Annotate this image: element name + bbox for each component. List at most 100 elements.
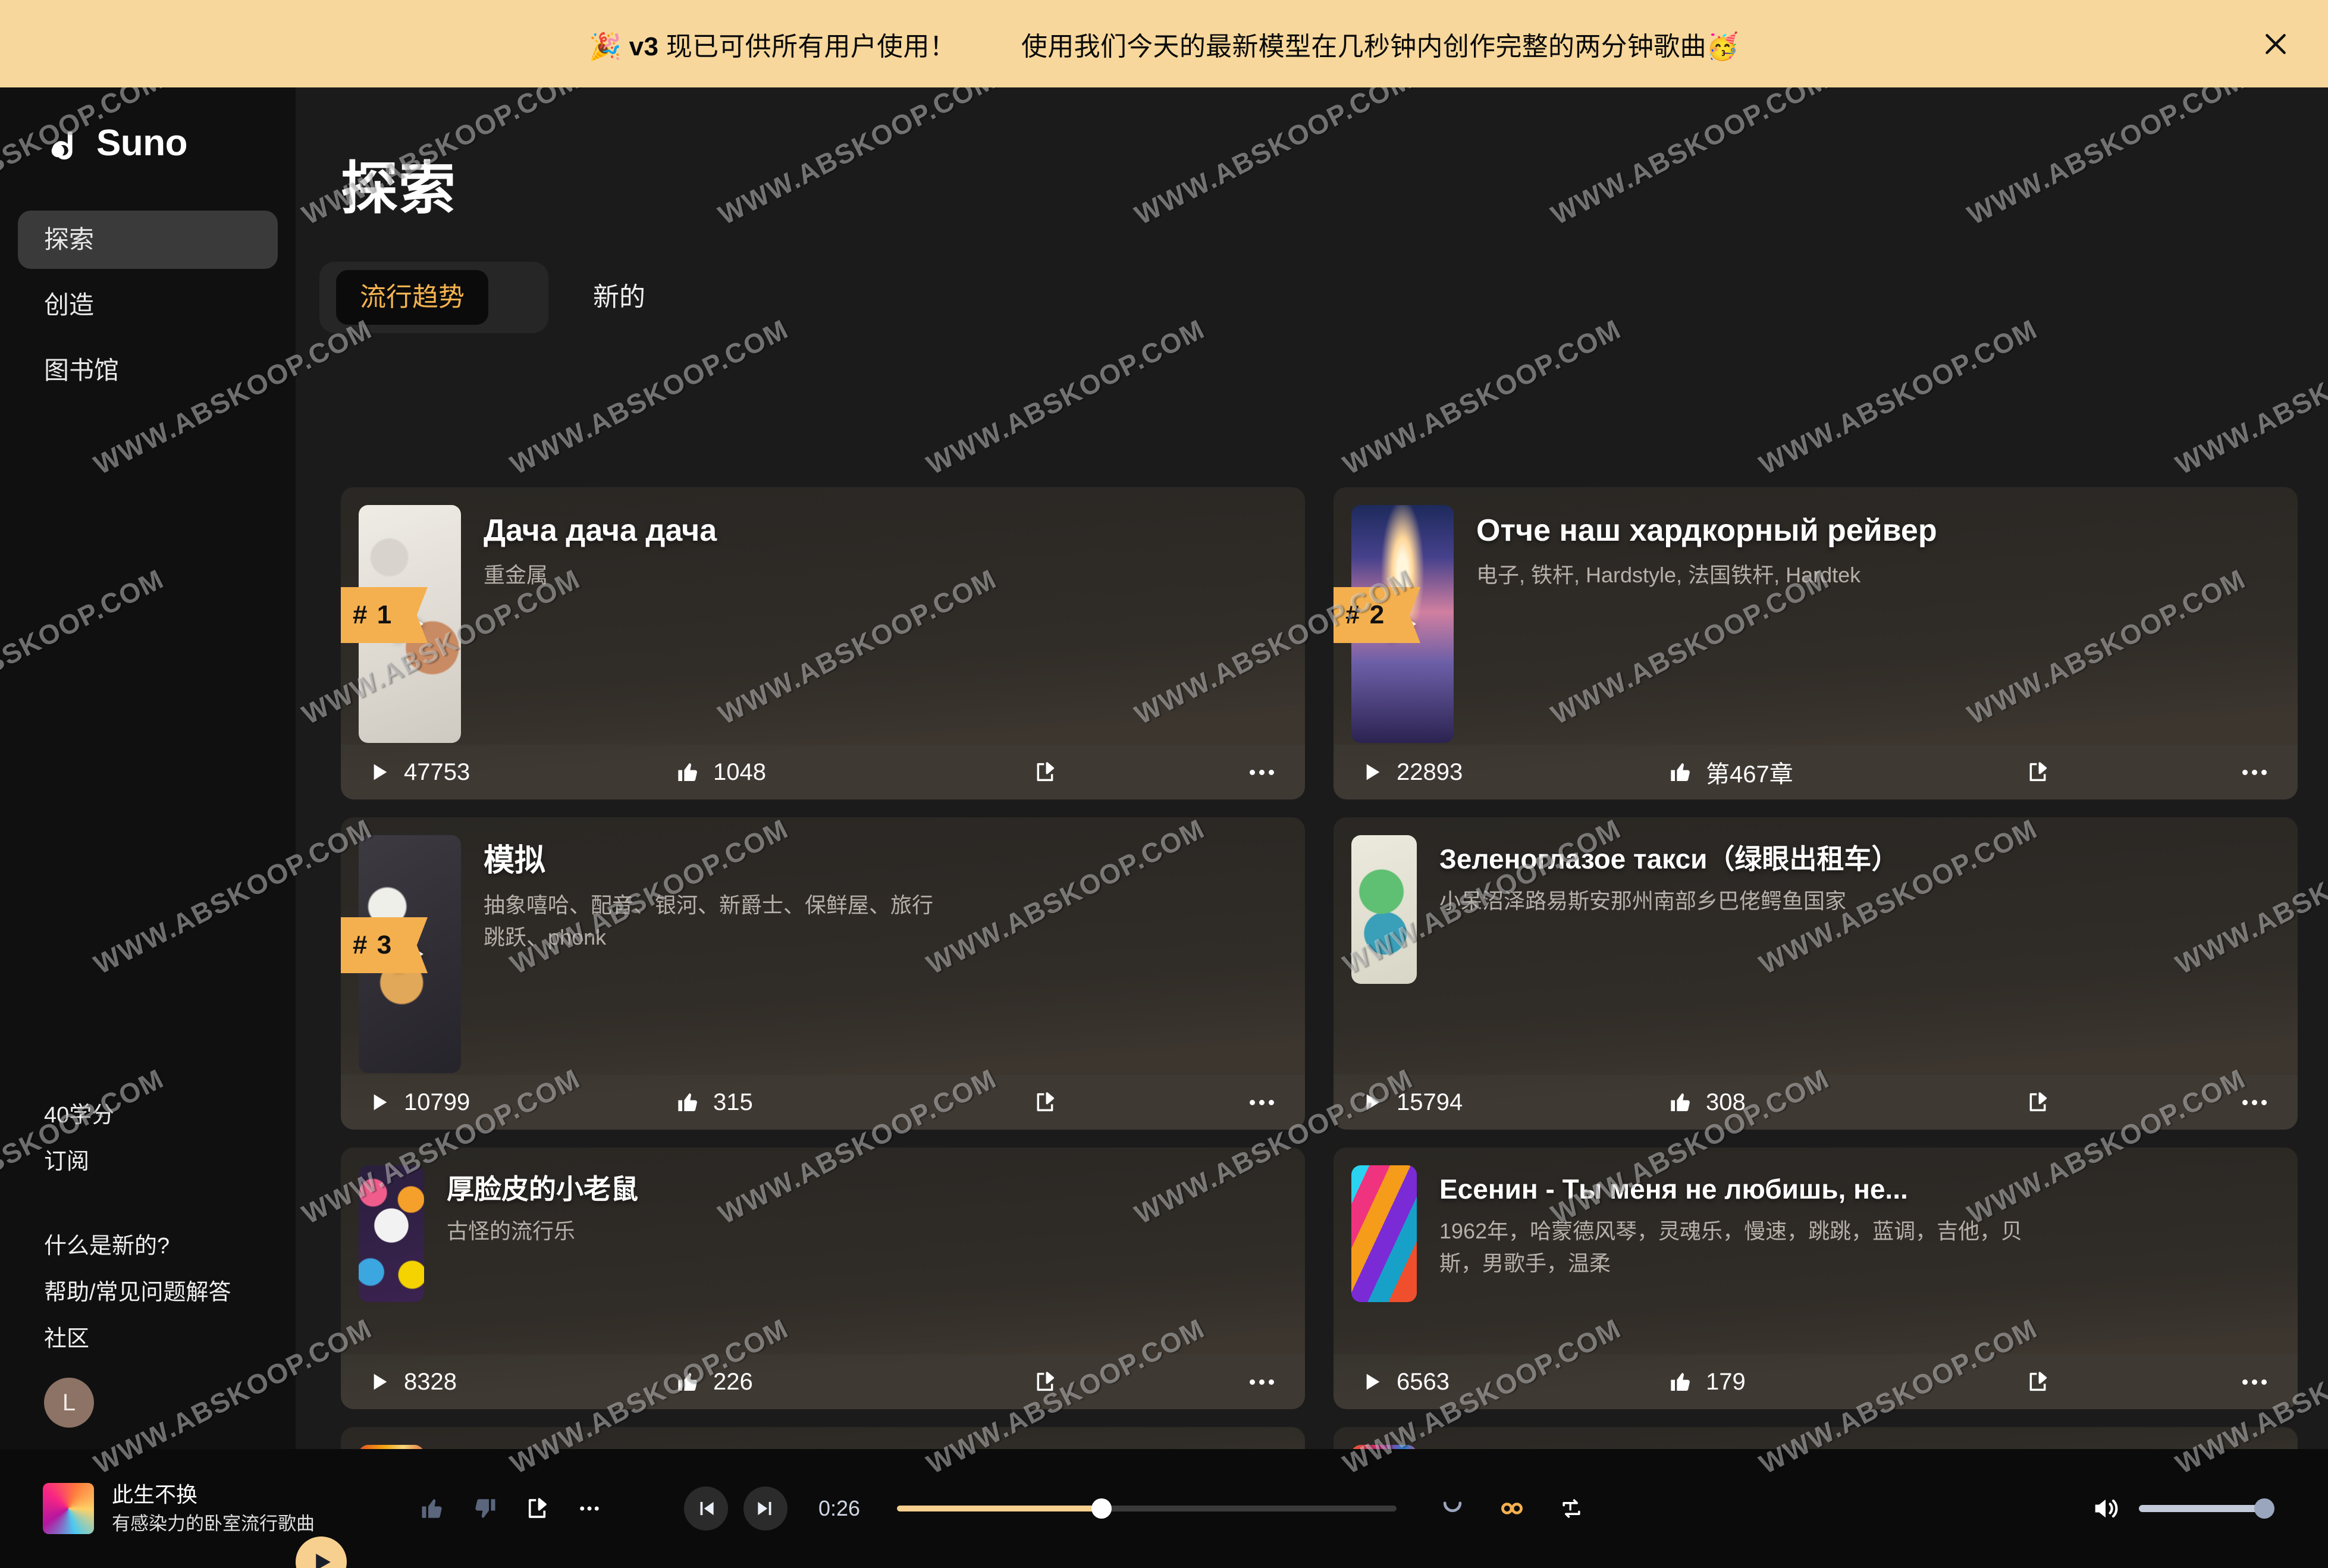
- song-card[interactable]: # 3 模拟 抽象嘻哈、配音、银河、新爵士、保鲜屋、旅行跳跃、phonk 107…: [341, 817, 1305, 1130]
- announcement-banner: 🎉 v3 现已可供所有用户使用！ 使用我们今天的最新模型在几秒钟内创作完整的两分…: [0, 0, 2328, 87]
- volume-high-icon[interactable]: [2090, 1493, 2121, 1524]
- volume-handle[interactable]: [2254, 1498, 2274, 1519]
- brand-logo[interactable]: Suno: [0, 87, 296, 164]
- more-options-button[interactable]: [1250, 1099, 1274, 1105]
- share-button[interactable]: [1009, 760, 1081, 784]
- transport-controls: [296, 1487, 787, 1568]
- infinity-icon[interactable]: [1499, 1495, 1525, 1522]
- like-count-value: 1048: [713, 758, 766, 785]
- more-horizontal-icon: [1250, 1099, 1274, 1105]
- share-button[interactable]: [2002, 760, 2073, 784]
- share-button[interactable]: [2002, 1370, 2073, 1394]
- sidebar: Suno 探索 创造 图书馆 40学分 订阅 什么是新的? 帮助/常见问题解答 …: [0, 87, 296, 1449]
- song-card-footer: 22893 第467章: [1334, 745, 2298, 799]
- sidebar-footer: 40学分 订阅 什么是新的? 帮助/常见问题解答 社区 L: [18, 1092, 278, 1428]
- share-button[interactable]: [1009, 1370, 1081, 1394]
- song-card[interactable]: # 1 Дача дача дача 重金属 47753 1048: [341, 487, 1305, 799]
- share-icon: [2026, 1090, 2050, 1114]
- song-thumbnail[interactable]: [1351, 1445, 1417, 1449]
- more-options-button[interactable]: [2242, 1099, 2267, 1105]
- seek-bar[interactable]: [897, 1498, 1397, 1519]
- community-link[interactable]: 社区: [18, 1316, 278, 1362]
- song-card[interactable]: [341, 1427, 1305, 1449]
- close-icon[interactable]: [2258, 26, 2294, 62]
- play-small-icon: [367, 760, 391, 784]
- play-count: 10799: [367, 1089, 676, 1116]
- help-faq-link[interactable]: 帮助/常见问题解答: [18, 1269, 278, 1316]
- song-title: 模拟: [484, 843, 546, 878]
- song-card[interactable]: Зеленоглазое такси（绿眼出租车） 小呆沼泽路易斯安那州南部乡巴…: [1334, 817, 2298, 1130]
- share-icon: [2026, 1370, 2050, 1394]
- app-root: 🎉 v3 现已可供所有用户使用！ 使用我们今天的最新模型在几秒钟内创作完整的两分…: [0, 0, 2328, 1568]
- sidebar-item-create[interactable]: 创造: [18, 276, 278, 334]
- share-button[interactable]: [2002, 1090, 2073, 1114]
- song-title: Дача дача дача: [484, 513, 717, 548]
- song-title: 厚脸皮的小老鼠: [447, 1174, 638, 1205]
- share-icon[interactable]: [525, 1496, 550, 1521]
- volume-slider[interactable]: [2139, 1498, 2274, 1519]
- thumb-down-icon[interactable]: [472, 1496, 497, 1521]
- sidebar-nav: 探索 创造 图书馆: [0, 211, 296, 400]
- like-count-value: 315: [713, 1089, 753, 1115]
- brand-name: Suno: [96, 123, 187, 164]
- share-button[interactable]: [1009, 1090, 1081, 1114]
- whats-new-link[interactable]: 什么是新的?: [18, 1223, 278, 1269]
- tab-trending[interactable]: 流行趋势: [336, 270, 488, 325]
- like-count[interactable]: 308: [1669, 1089, 2002, 1116]
- song-title: Есенин - Ты меня не любишь, не...: [1439, 1174, 1908, 1205]
- like-count[interactable]: 第467章: [1669, 755, 2002, 789]
- song-card-body: [1334, 1427, 2298, 1449]
- page-title: 探索: [341, 157, 456, 221]
- more-options-button[interactable]: [1250, 769, 1274, 775]
- song-thumbnail[interactable]: [359, 1165, 424, 1302]
- song-card[interactable]: [1334, 1427, 2298, 1449]
- current-time: 0:26: [818, 1496, 861, 1520]
- play-small-icon: [367, 1370, 391, 1394]
- song-card[interactable]: # 2 Отче наш хардкорный рейвер 电子, 铁杆, H…: [1334, 487, 2298, 799]
- repeat-one-icon[interactable]: [1558, 1495, 1585, 1522]
- share-icon: [1033, 1090, 1057, 1114]
- banner-detail-text: 使用我们今天的最新模型在几秒钟内创作完整的两分钟歌曲🥳: [1021, 32, 1739, 61]
- song-card-body: [341, 1427, 1305, 1449]
- more-options-button[interactable]: [2242, 769, 2267, 775]
- song-title: Отче наш хардкорный рейвер: [1476, 513, 1937, 548]
- like-count[interactable]: 226: [676, 1369, 1009, 1395]
- play-small-icon: [1360, 760, 1383, 784]
- like-count[interactable]: 315: [676, 1089, 1009, 1116]
- tab-new[interactable]: 新的: [569, 270, 669, 325]
- song-card[interactable]: Есенин - Ты меня не любишь, не... 1962年，…: [1334, 1147, 2298, 1409]
- song-genre: 电子, 铁杆, Hardstyle, 法国铁杆, Hardtek: [1476, 563, 1861, 588]
- more-options-button[interactable]: [1250, 1379, 1274, 1385]
- thumb-up-icon[interactable]: [420, 1496, 445, 1521]
- avatar[interactable]: L: [44, 1378, 94, 1428]
- like-count[interactable]: 1048: [676, 759, 1009, 786]
- share-icon: [1033, 760, 1057, 784]
- credits-label: 40学分: [44, 1103, 115, 1128]
- sidebar-item-library[interactable]: 图书馆: [18, 341, 278, 400]
- song-thumbnail[interactable]: [359, 1445, 424, 1449]
- play-small-icon: [1360, 1090, 1383, 1114]
- skip-forward-button[interactable]: [743, 1487, 787, 1531]
- share-icon: [2026, 760, 2050, 784]
- main-content: 探索 流行趋势 新的 # 1 Дача дача дача 重金属 47753 …: [296, 87, 2328, 1449]
- now-playing[interactable]: 此生不换 有感染力的卧室流行歌曲: [43, 1479, 406, 1537]
- smile-curve-icon[interactable]: [1439, 1495, 1466, 1522]
- sidebar-item-explore[interactable]: 探索: [18, 211, 278, 269]
- song-card-footer: 15794 308: [1334, 1075, 2298, 1130]
- thumb-up-icon: [676, 1370, 700, 1394]
- song-genre: 古怪的流行乐: [447, 1219, 576, 1244]
- play-button[interactable]: [296, 1536, 347, 1568]
- subscribe-link[interactable]: 订阅: [18, 1139, 278, 1185]
- song-title: Зеленоглазое такси（绿眼出租车）: [1439, 843, 1899, 874]
- seek-handle[interactable]: [1091, 1498, 1112, 1519]
- like-count[interactable]: 179: [1669, 1369, 2002, 1395]
- more-horizontal-icon[interactable]: [577, 1496, 602, 1521]
- song-card[interactable]: 厚脸皮的小老鼠 古怪的流行乐 8328 226: [341, 1147, 1305, 1409]
- song-genre: 重金属: [484, 563, 548, 588]
- song-thumbnail[interactable]: [1351, 835, 1417, 984]
- tab-bar: 流行趋势 新的: [319, 262, 645, 333]
- song-thumbnail[interactable]: [1351, 1165, 1417, 1302]
- song-genre: 抽象嘻哈、配音、银河、新爵士、保鲜屋、旅行跳跃、phonk: [484, 893, 934, 950]
- skip-back-button[interactable]: [684, 1487, 728, 1531]
- more-options-button[interactable]: [2242, 1379, 2267, 1385]
